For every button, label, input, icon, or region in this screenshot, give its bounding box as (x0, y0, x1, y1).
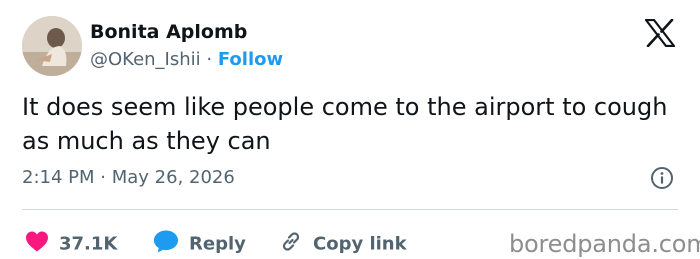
avatar[interactable] (22, 16, 82, 76)
tweet-text: It does seem like people come to the air… (22, 93, 668, 155)
watermark: boredpanda.com (509, 230, 700, 258)
info-icon[interactable] (650, 166, 674, 190)
follow-button[interactable]: Follow (218, 49, 283, 70)
copy-link-button[interactable]: Copy link (279, 230, 407, 259)
tweet-timestamp[interactable]: 2:14 PM · May 26, 2026 (22, 166, 235, 190)
like-button[interactable]: 37.1K (25, 231, 117, 258)
reply-button[interactable]: Reply (153, 230, 246, 259)
reply-label: Reply (189, 233, 246, 254)
x-logo-icon[interactable] (644, 18, 676, 48)
timestamp-separator: · (100, 167, 106, 188)
author-handle[interactable]: @OKen_Ishii (90, 49, 201, 70)
divider (22, 209, 678, 210)
like-count: 37.1K (59, 233, 118, 254)
link-icon (279, 230, 303, 259)
author-name[interactable]: Bonita Aplomb (90, 20, 247, 44)
heart-icon (25, 231, 49, 258)
tweet-time: 2:14 PM (22, 167, 95, 188)
speech-bubble-icon (153, 230, 179, 259)
author-handle-line: @OKen_Ishii · Follow (90, 48, 283, 72)
tweet-date: May 26, 2026 (111, 167, 235, 188)
handle-separator: · (206, 49, 213, 70)
copy-link-label: Copy link (313, 233, 407, 254)
